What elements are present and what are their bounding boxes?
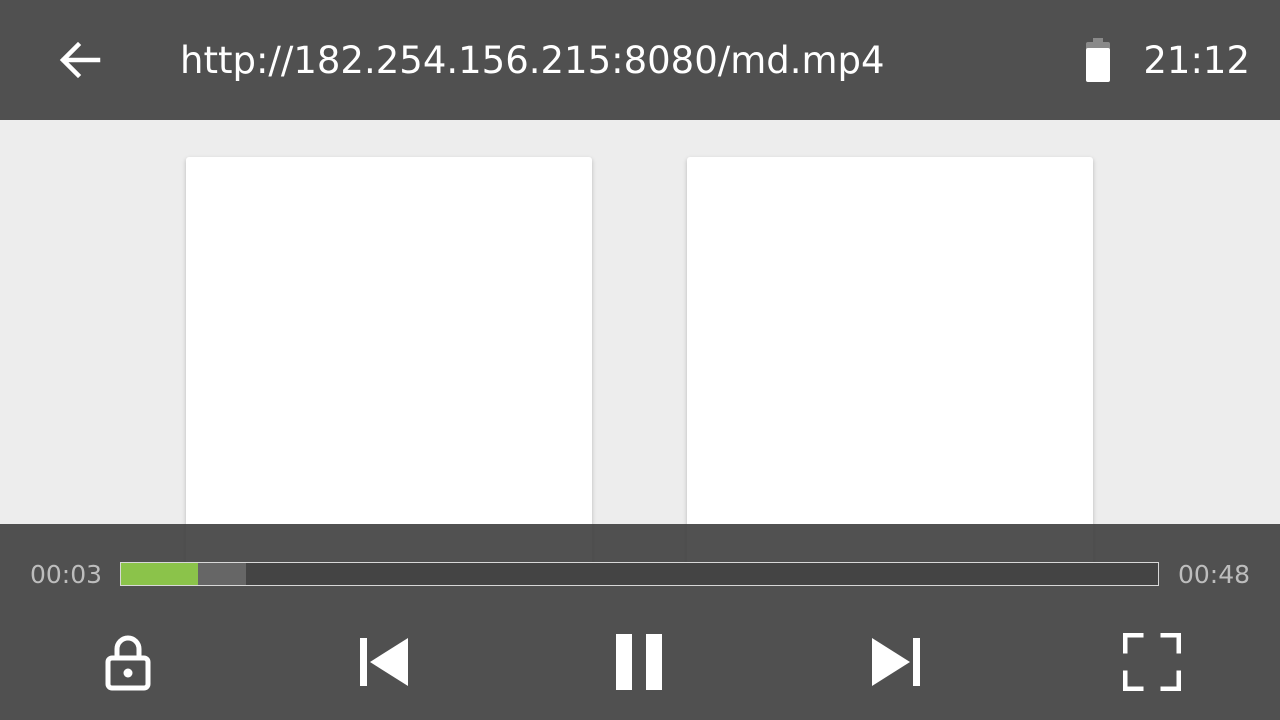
fullscreen-icon: [1123, 633, 1181, 691]
battery-icon: [1086, 38, 1110, 82]
video-url-title: http://182.254.156.215:8080/md.mp4: [180, 39, 885, 82]
status-clock: 21:12: [1143, 39, 1250, 82]
pause-icon: [616, 634, 662, 690]
skip-previous-icon: [360, 638, 408, 686]
video-frame-panel-left: [186, 157, 592, 565]
previous-button[interactable]: [346, 624, 422, 700]
played-progress: [121, 563, 198, 585]
lock-button[interactable]: [90, 624, 166, 700]
lock-icon: [105, 635, 151, 691]
pause-button[interactable]: [602, 624, 678, 700]
skip-next-icon: [872, 638, 920, 686]
arrow-left-icon: [59, 41, 101, 79]
back-button[interactable]: [48, 32, 112, 88]
elapsed-time: 00:03: [30, 560, 103, 589]
total-duration: 00:48: [1177, 560, 1250, 589]
fullscreen-button[interactable]: [1114, 624, 1190, 700]
seek-bar[interactable]: [120, 562, 1159, 586]
top-app-bar: http://182.254.156.215:8080/md.mp4 21:12: [0, 0, 1280, 120]
player-controls-overlay: 00:03 00:48: [0, 524, 1280, 720]
next-button[interactable]: [858, 624, 934, 700]
video-frame-panel-right: [687, 157, 1093, 565]
